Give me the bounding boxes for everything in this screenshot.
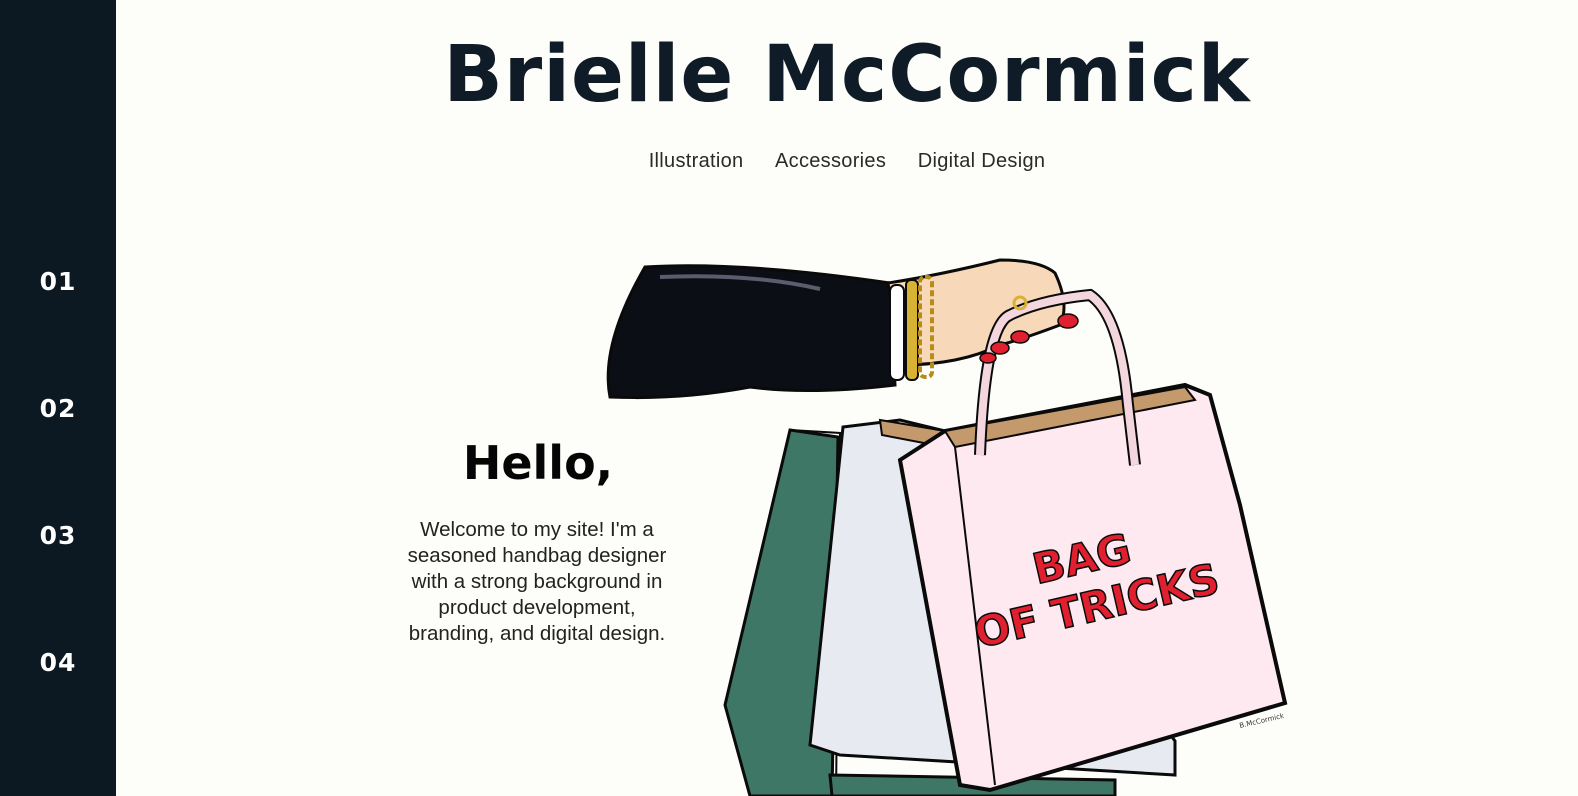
sidebar-item-03[interactable]: 03 xyxy=(0,521,116,550)
site-title[interactable]: Brielle McCormick xyxy=(116,30,1578,120)
sidebar: 01 02 03 04 xyxy=(0,0,116,796)
sidebar-item-02[interactable]: 02 xyxy=(0,394,116,423)
nav-link-illustration[interactable]: Illustration xyxy=(649,150,744,172)
main-nav: Illustration Accessories Digital Design xyxy=(116,150,1578,173)
arm-sleeve xyxy=(606,264,897,400)
nav-link-accessories[interactable]: Accessories xyxy=(775,150,886,172)
sidebar-item-04[interactable]: 04 xyxy=(0,648,116,677)
sidebar-item-01[interactable]: 01 xyxy=(0,267,116,296)
shopping-bags-illustration: BAG OF TRICKS B.McCormick xyxy=(606,258,1288,796)
nav-link-digital-design[interactable]: Digital Design xyxy=(918,150,1046,172)
